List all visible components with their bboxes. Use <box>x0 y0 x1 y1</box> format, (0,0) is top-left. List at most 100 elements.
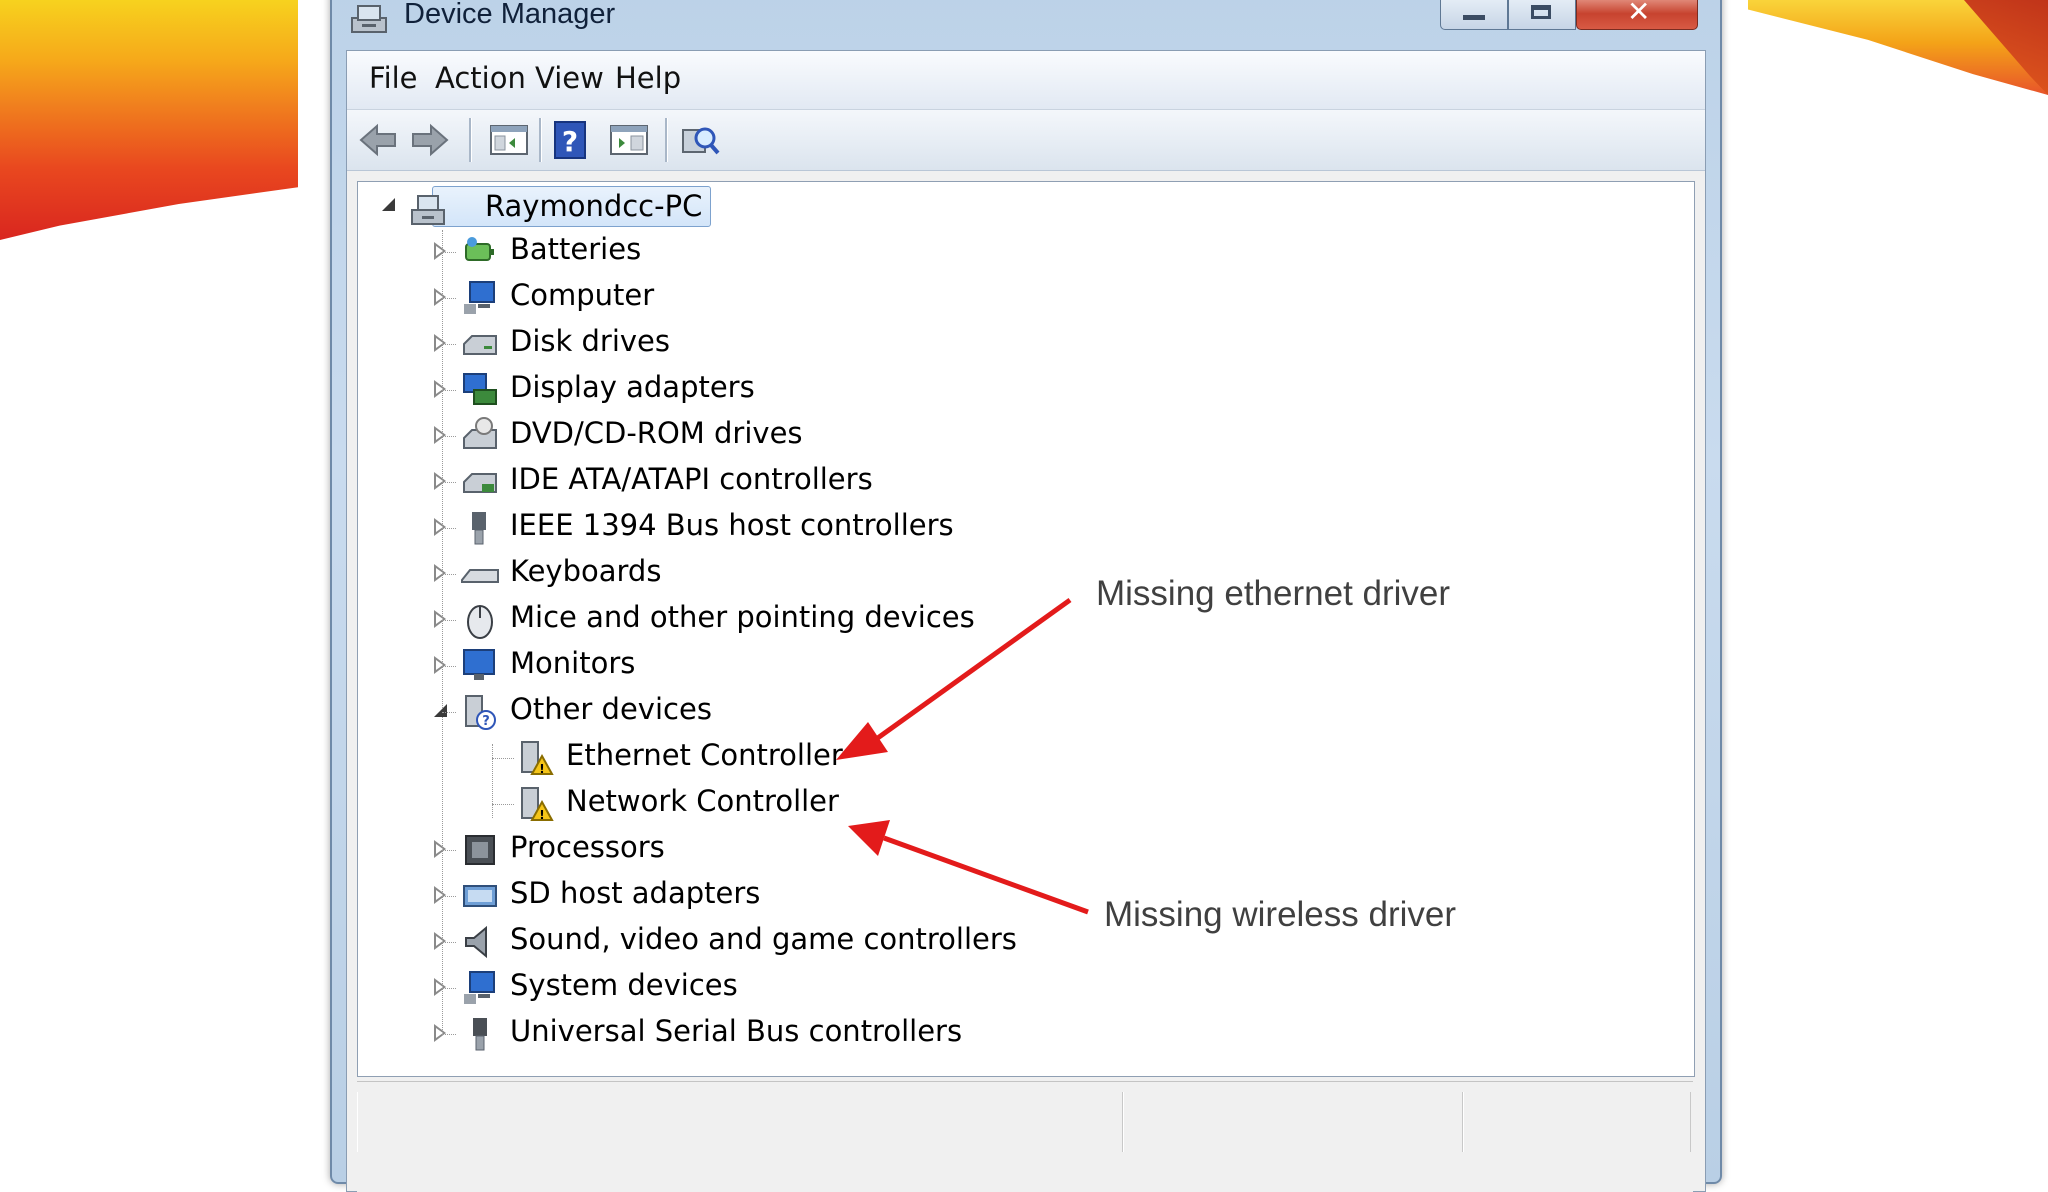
tree-item-label: Universal Serial Bus controllers <box>510 1014 963 1048</box>
toolbar-separator <box>665 118 668 162</box>
warning-device-icon: ! <box>521 741 554 776</box>
expand-arrow-icon[interactable] <box>434 656 447 674</box>
tree-item-row[interactable]: Display adapters <box>434 368 1334 412</box>
tree-connector-line <box>442 482 456 483</box>
tree-item-row[interactable]: Batteries <box>434 230 1334 274</box>
tree-item-label: IEEE 1394 Bus host controllers <box>510 508 954 542</box>
expand-arrow-icon[interactable] <box>434 610 447 628</box>
tree-item-row[interactable]: IEEE 1394 Bus host controllers <box>434 506 1334 550</box>
annotation-ethernet: Missing ethernet driver <box>1096 574 1451 613</box>
tree-connector-line <box>442 620 456 621</box>
tree-subitem-row[interactable]: ! Network Controller <box>484 782 1384 826</box>
tree-connector-line <box>492 804 514 805</box>
usb-icon <box>473 1018 487 1051</box>
computer-icon <box>464 281 495 314</box>
expand-arrow-icon[interactable] <box>434 932 447 950</box>
expand-arrow-icon[interactable] <box>434 1024 447 1042</box>
toolbar-separator <box>539 118 542 162</box>
tree-item-label: IDE ATA/ATAPI controllers <box>510 462 873 496</box>
tree-connector-line <box>442 528 456 529</box>
maximize-button[interactable] <box>1508 0 1576 30</box>
tree-item-row[interactable]: DVD/CD-ROM drives <box>434 414 1334 458</box>
unknown-device-icon: ? <box>465 695 496 730</box>
menu-help[interactable]: Help <box>615 61 681 95</box>
expand-arrow-icon[interactable] <box>434 472 447 490</box>
tree-item-row[interactable]: IDE ATA/ATAPI controllers <box>434 460 1334 504</box>
tree-connector-line <box>442 942 456 943</box>
background-swoosh-left <box>0 0 298 240</box>
expand-arrow-icon[interactable] <box>434 886 447 904</box>
tree-root-row[interactable]: Raymondcc-PC <box>382 184 782 228</box>
battery-icon <box>465 237 494 261</box>
maximize-icon <box>1531 5 1551 19</box>
expand-arrow-icon[interactable] <box>434 380 447 398</box>
tree-item-label: DVD/CD-ROM drives <box>510 416 803 450</box>
computer-root-icon <box>411 195 445 225</box>
disk-drive-icon <box>463 335 497 355</box>
tree-item-row[interactable]: Monitors <box>434 644 1334 688</box>
status-pane <box>1463 1092 1691 1152</box>
tree-item-label: Display adapters <box>510 370 755 404</box>
dvd-drive-icon <box>463 417 497 449</box>
tree-item-row[interactable]: Universal Serial Bus controllers <box>434 1012 1334 1056</box>
expand-arrow-icon[interactable] <box>434 518 447 536</box>
tree-item-label: Batteries <box>510 232 642 266</box>
tree-item-row[interactable]: Processors <box>434 828 1334 872</box>
tree-item-row[interactable]: Computer <box>434 276 1334 320</box>
status-pane <box>357 1092 1123 1152</box>
tree-item-label: SD host adapters <box>510 876 761 910</box>
tree-connector-line <box>442 712 456 713</box>
menu-view[interactable]: View <box>535 61 604 95</box>
show-hide-console-tree-icon[interactable] <box>485 118 531 162</box>
close-icon: ✕ <box>1627 0 1651 28</box>
tree-connector-line <box>442 574 456 575</box>
properties-icon[interactable] <box>605 118 651 162</box>
tree-connector-line <box>492 758 514 759</box>
tree-item-label: Processors <box>510 830 665 864</box>
svg-text:?: ? <box>482 714 490 729</box>
expand-arrow-icon[interactable] <box>434 334 447 352</box>
title-bar[interactable]: Device Manager ✕ <box>332 0 1720 50</box>
tree-connector-line <box>442 666 456 667</box>
tree-item-label: Network Controller <box>566 784 839 818</box>
tree-item-label: Ethernet Controller <box>566 738 843 772</box>
minimize-icon <box>1463 15 1485 20</box>
menu-action[interactable]: Action <box>435 61 526 95</box>
tree-item-row[interactable]: ? Other devices <box>434 690 1334 734</box>
forward-arrow-icon[interactable] <box>407 118 453 162</box>
device-manager-app-icon <box>351 5 387 33</box>
expand-arrow-icon[interactable] <box>434 426 447 444</box>
processor-icon <box>465 835 495 865</box>
ide-controller-icon <box>463 473 497 493</box>
collapse-arrow-icon[interactable] <box>382 198 395 211</box>
annotation-wireless: Missing wireless driver <box>1104 895 1457 934</box>
tree-item-label: System devices <box>510 968 738 1002</box>
svg-text:!: ! <box>539 808 544 822</box>
expand-arrow-icon[interactable] <box>434 288 447 306</box>
tree-subitem-row[interactable]: ! Ethernet Controller <box>484 736 1384 780</box>
menu-bar: File Action View Help <box>347 51 1705 110</box>
tree-item-label: Sound, video and game controllers <box>510 922 1017 956</box>
close-button[interactable]: ✕ <box>1576 0 1698 30</box>
expand-arrow-icon[interactable] <box>434 242 447 260</box>
status-pane <box>1123 1092 1463 1152</box>
expand-arrow-icon[interactable] <box>434 978 447 996</box>
mouse-icon <box>467 605 493 639</box>
help-icon[interactable]: ? <box>547 118 593 162</box>
menu-file[interactable]: File <box>369 61 418 95</box>
scan-hardware-icon[interactable] <box>677 118 723 162</box>
back-arrow-icon[interactable] <box>355 118 401 162</box>
expand-arrow-icon[interactable] <box>434 840 447 858</box>
system-device-icon <box>464 971 495 1004</box>
device-tree[interactable]: Raymondcc-PC Batteries Computer Disk drive… <box>357 181 1695 1077</box>
collapse-arrow-icon[interactable] <box>434 704 447 717</box>
tree-item-row[interactable]: Disk drives <box>434 322 1334 366</box>
tree-item-label: Other devices <box>510 692 712 726</box>
svg-text:?: ? <box>562 125 578 158</box>
window-title: Device Manager <box>404 0 616 30</box>
tree-item-row[interactable]: System devices <box>434 966 1334 1010</box>
tree-connector-line <box>442 390 456 391</box>
minimize-button[interactable] <box>1440 0 1508 30</box>
expand-arrow-icon[interactable] <box>434 564 447 582</box>
tree-connector-line <box>442 344 456 345</box>
